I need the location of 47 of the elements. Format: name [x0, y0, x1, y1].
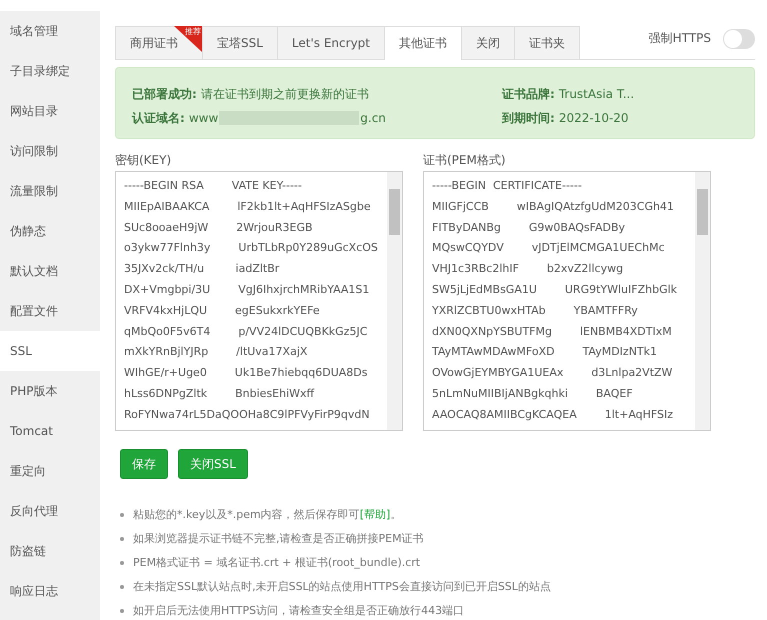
status-label: 已部署成功: [132, 86, 197, 102]
bullet-icon [120, 609, 124, 613]
sidebar-item[interactable]: 子目录绑定 [0, 51, 100, 91]
bullet-icon [120, 585, 124, 589]
sidebar-item[interactable]: 流量限制 [0, 171, 100, 211]
sidebar-item[interactable]: 网站目录 [0, 91, 100, 131]
force-https-label: 强制HTTPS [648, 30, 711, 47]
bullet-icon [120, 513, 124, 517]
tip-text: PEM格式证书 = 域名证书.crt + 根证书(root_bundle).crt [133, 555, 420, 571]
sidebar-item[interactable]: 配置文件 [0, 291, 100, 331]
tab[interactable]: 其他证书 [384, 26, 462, 60]
domain-value-start: www [188, 111, 218, 125]
sidebar-item[interactable]: SSL [0, 331, 100, 371]
domain-label: 认证域名: [132, 110, 185, 126]
scrollbar[interactable] [387, 172, 402, 430]
cert-label: 证书(PEM格式) [423, 152, 507, 169]
brand-label: 证书品牌: [502, 86, 555, 102]
expiry-label: 到期时间: [502, 110, 555, 126]
scrollbar[interactable] [695, 172, 710, 430]
tip-text: 在未指定SSL默认站点时,未开启SSL的站点使用HTTPS会直接访问到已开启SSL的站点 [133, 579, 551, 595]
bullet-icon [120, 537, 124, 541]
sidebar-item[interactable]: 响应日志 [0, 571, 100, 611]
key-textarea[interactable]: -----BEGIN RSA VATE KEY----- MIIEpAIBAAKCA lF2kb1lt+AqHFSIzASgbe SUc8ooaeH9jW 2WrjouR3EGB o3ykw77Flnh3y UrbTLbRp0Y289uGcXcOS 35JXv2ck/TH/u iadZltBr DX+Vmgbpi/3U VgJ6IhxjrchMRibYAA1S1 VRFV4kxHjLQU egESukxrkYEFe qMbQo0F5v6T4 p/VV24lDCUQBKkGz5JC mXkYRnBjlYJRp /ltUva17XajX WIhGE/r+Uge0 Uk1Be7hiebqq6DUA8Ds hLss6DNPgZltk BnbiesEhiWxff RoFYNwa74rL5DaQOOHa8C9lPFVyFirP9qvdN [115, 171, 403, 431]
force-https-toggle[interactable] [723, 28, 755, 48]
sidebar-item[interactable]: 访问限制 [0, 131, 100, 171]
tab[interactable]: 宝塔SSL [202, 26, 278, 59]
sidebar-item[interactable]: 重定向 [0, 451, 100, 491]
sidebar-item[interactable]: PHP版本 [0, 371, 100, 411]
key-label: 密钥(KEY) [115, 152, 172, 169]
sidebar-item[interactable]: Tomcat [0, 411, 100, 451]
tab[interactable]: Let's Encrypt [276, 26, 385, 59]
tip-text: 如开启后无法使用HTTPS访问，请检查安全组是否正确放行443端口 [133, 603, 464, 619]
tab[interactable]: 关闭 [461, 26, 515, 59]
tip-text: 粘贴您的*.key以及*.pem内容，然后保存即可[帮助]。 [133, 507, 402, 523]
expiry-value: 2022-10-20 [558, 111, 629, 125]
sidebar-item[interactable]: 伪静态 [0, 211, 100, 251]
sidebar-item[interactable]: 默认文档 [0, 251, 100, 291]
tip-text: 如果浏览器提示证书链不完整,请检查是否正确拼接PEM证书 [133, 531, 424, 547]
sidebar-item[interactable]: 反向代理 [0, 491, 100, 531]
domain-value-end: g.cn [360, 111, 386, 125]
tab[interactable]: 证书夹 [514, 26, 580, 59]
bullet-icon [120, 561, 124, 565]
status-text: 请在证书到期之前更换新的证书 [200, 86, 369, 102]
cert-textarea[interactable]: -----BEGIN CERTIFICATE----- MIIGFjCCB wIBAgIQAtzfgUdM203CGh41 FITByDANBg G9w0BAQsFADBy MQswCQYDV vJDTjElMCMGA1UEChMc VHJ1c3RBc2lhIF b2xvZ2llcywg SW5jLjEdMBsGA1U URG9tYWluIFZhbGlk YXRlZCBTU0wxHTAb YBAMTFFRy dXN0QXNpYSBUTFMg lENBMB4XDTIxM TAyMTAwMDAwMFoXD TAyMDIzNTk1 OVowGjEYMBYGA1UEAx d3Lnlpa2VtZW 5nLmNuMIIBIjANBgkqhki BAQEF AAOCAQ8AMIIBCgKCAQEA 1lt+AqHFSIz [423, 171, 711, 431]
sidebar-item[interactable]: 域名管理 [0, 11, 100, 51]
sidebar-item[interactable]: 防盗链 [0, 531, 100, 571]
brand-value: TrustAsia T... [558, 87, 634, 101]
